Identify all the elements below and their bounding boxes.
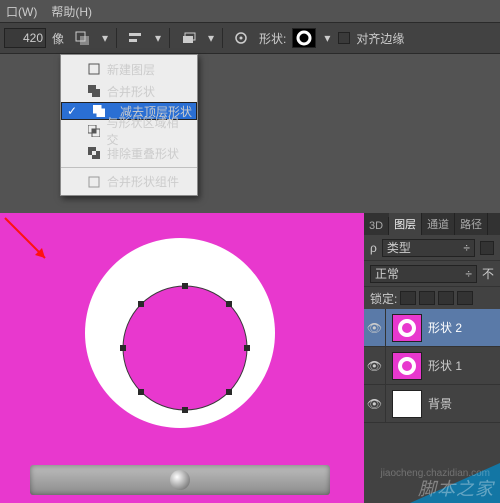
tab-3d[interactable]: 3D <box>364 217 389 235</box>
separator <box>222 28 223 48</box>
visibility-eye-icon[interactable]: 👁 <box>364 347 386 384</box>
combine-icon <box>87 84 101 98</box>
canvas[interactable] <box>0 213 364 503</box>
lock-all-icon[interactable] <box>457 291 473 305</box>
menu-exclude[interactable]: 排除重叠形状 <box>61 142 197 164</box>
annotation-arrow <box>0 213 60 273</box>
merge-icon <box>87 175 101 189</box>
blend-mode-select[interactable]: 正常÷ <box>370 265 477 283</box>
shape-label: 形状: <box>259 30 286 47</box>
visibility-eye-icon[interactable]: 👁 <box>364 309 386 346</box>
arrange-dropdown-arrow[interactable]: ▾ <box>206 31 216 45</box>
size-unit: 像 <box>52 30 64 47</box>
tab-channels[interactable]: 通道 <box>422 213 455 235</box>
align-edges-label: 对齐边缘 <box>356 30 404 47</box>
lock-pixels-icon[interactable] <box>419 291 435 305</box>
tab-paths[interactable]: 路径 <box>455 213 488 235</box>
metal-bar <box>30 465 330 495</box>
check-icon: ✓ <box>66 104 78 118</box>
layer-name[interactable]: 背景 <box>428 395 496 412</box>
size-input[interactable] <box>4 28 46 48</box>
layer-row[interactable]: 👁 背景 <box>364 385 500 423</box>
layer-thumbnail[interactable] <box>392 390 422 418</box>
filter-icon[interactable]: ρ <box>370 241 377 255</box>
layer-kind-select[interactable]: 类型÷ <box>382 239 475 257</box>
shape-preview[interactable] <box>292 28 316 48</box>
lock-position-icon[interactable] <box>438 291 454 305</box>
menu-label: 合并形状组件 <box>107 173 179 190</box>
lock-label: 锁定: <box>370 290 397 307</box>
layer-name[interactable]: 形状 1 <box>428 357 496 374</box>
layer-name[interactable]: 形状 2 <box>428 319 496 336</box>
arrange-icon[interactable] <box>176 26 200 50</box>
intersect-icon <box>87 124 101 138</box>
filter-pixel-icon[interactable] <box>480 241 494 255</box>
subtract-icon <box>92 104 106 118</box>
menu-combine[interactable]: 合并形状 <box>61 80 197 102</box>
align-icon[interactable] <box>123 26 147 50</box>
panels: 3D 图层 通道 路径 ρ 类型÷ 正常÷ 不 锁定: 👁 形状 2 👁 形状 … <box>364 213 500 503</box>
separator <box>116 28 117 48</box>
pathops-menu: 新建图层 合并形状 ✓ 减去顶层形状 与形状区域相交 排除重叠形状 合并形状组件 <box>60 54 198 196</box>
shape-dropdown-arrow[interactable]: ▾ <box>322 31 332 45</box>
menu-label: 合并形状 <box>107 83 155 100</box>
watermark-corner <box>410 463 500 503</box>
pathops-dropdown-arrow[interactable]: ▾ <box>100 31 110 45</box>
tab-layers[interactable]: 图层 <box>389 213 422 235</box>
visibility-eye-icon[interactable]: 👁 <box>364 385 386 422</box>
layer-thumbnail[interactable] <box>392 352 422 380</box>
opacity-stub: 不 <box>482 265 494 282</box>
pathops-icon[interactable] <box>70 26 94 50</box>
menu-intersect[interactable]: 与形状区域相交 <box>61 120 197 142</box>
menu-help[interactable]: 帮助(H) <box>51 3 92 20</box>
menu-merge-components[interactable]: 合并形状组件 <box>61 167 197 192</box>
align-dropdown-arrow[interactable]: ▾ <box>153 31 163 45</box>
menu-window[interactable]: 口(W) <box>6 3 37 20</box>
menu-label: 与形状区域相交 <box>107 114 189 148</box>
menu-label: 排除重叠形状 <box>107 145 179 162</box>
separator <box>169 28 170 48</box>
layer-row[interactable]: 👁 形状 1 <box>364 347 500 385</box>
menu-new-layer[interactable]: 新建图层 <box>61 58 197 80</box>
gear-icon[interactable] <box>229 26 253 50</box>
new-layer-icon <box>87 62 101 76</box>
layer-thumbnail[interactable] <box>392 314 422 342</box>
menu-label: 新建图层 <box>107 61 155 78</box>
layer-row[interactable]: 👁 形状 2 <box>364 309 500 347</box>
exclude-icon <box>87 146 101 160</box>
align-edges-checkbox[interactable] <box>338 32 350 44</box>
lock-transparency-icon[interactable] <box>400 291 416 305</box>
